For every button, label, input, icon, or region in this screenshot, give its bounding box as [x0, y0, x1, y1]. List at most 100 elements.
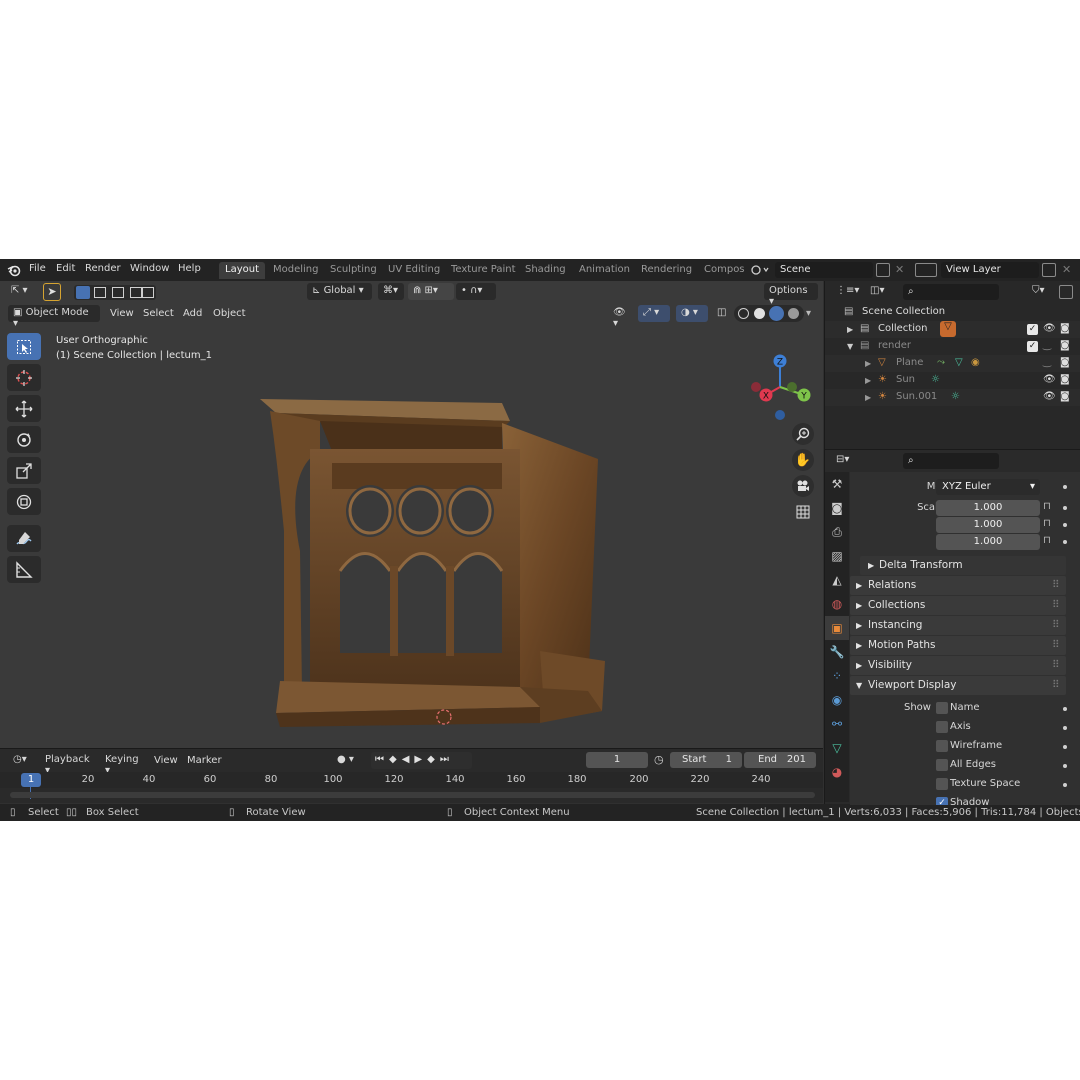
outliner-row-plane[interactable]: ▶ ▽ Plane ⤳ ▽ ◉ ‿ ◙ — [825, 355, 1080, 372]
tab-shading[interactable]: Shading — [519, 262, 572, 279]
select-mode-invert-icon[interactable] — [130, 287, 142, 298]
hidden-eye-icon[interactable]: ‿ — [1043, 340, 1051, 351]
shading-mode-group[interactable] — [734, 305, 804, 322]
tab-object[interactable]: ▣ — [825, 616, 849, 640]
drag-handle-icon[interactable]: ⠿ — [1052, 639, 1060, 651]
outliner-editor-type-icon[interactable]: ⋮≡▾ — [831, 283, 859, 300]
timeline-menu-keying[interactable]: Keying ▾ — [100, 752, 148, 776]
viewport-menu-object[interactable]: Object — [213, 308, 246, 319]
render-camera-icon[interactable]: ◙ — [1060, 374, 1070, 385]
play-reverse-icon[interactable]: ◀ — [402, 754, 415, 765]
delta-transform-panel[interactable]: ▶ Delta Transform — [860, 556, 1066, 575]
show-all-edges-checkbox[interactable] — [936, 759, 948, 771]
expand-arrow-icon[interactable]: ▶ — [865, 393, 871, 402]
drag-handle-icon[interactable]: ⠿ — [1052, 599, 1060, 611]
tab-material[interactable]: ◕ — [825, 760, 849, 784]
visibility-eye-icon[interactable]: 👁 — [1043, 374, 1056, 385]
scale-y-field[interactable]: 1.000 — [936, 517, 1040, 533]
gizmo-toggle-icon[interactable]: ⤢ ▾ — [638, 305, 670, 322]
keyframe-dot-icon[interactable] — [1063, 485, 1067, 489]
jump-start-icon[interactable]: ⏮ — [375, 754, 389, 765]
tab-uv-editing[interactable]: UV Editing — [382, 262, 446, 279]
relations-panel[interactable]: ▶ Relations ⠿ — [850, 576, 1066, 595]
filter-icon[interactable]: ⛉▾ — [1027, 283, 1053, 300]
tab-sculpting[interactable]: Sculpting — [324, 262, 383, 279]
expand-arrow-icon[interactable]: ▶ — [865, 376, 871, 385]
visibility-eye-icon[interactable]: 👁 — [1043, 391, 1056, 402]
keyframe-dot-icon[interactable] — [1063, 726, 1067, 730]
outliner-row-sun-001[interactable]: ▶ ☀ Sun.001 ☼ 👁 ◙ — [825, 389, 1080, 406]
options-dropdown[interactable]: Options ▾ — [764, 283, 818, 307]
show-texture-space-checkbox[interactable] — [936, 778, 948, 790]
show-wireframe-checkbox[interactable] — [936, 740, 948, 752]
select-mode-extend-icon[interactable] — [94, 287, 106, 298]
render-camera-icon[interactable]: ◙ — [1060, 391, 1070, 402]
timeline-scrollbar[interactable] — [10, 792, 815, 798]
viewport-menu-select[interactable]: Select — [143, 308, 174, 319]
wireframe-shading-icon[interactable] — [738, 308, 749, 319]
visibility-eye-icon[interactable]: 👁▾ — [608, 305, 634, 329]
snap-icon[interactable]: ⋒ ⊞▾ — [408, 283, 454, 300]
keyframe-dot-icon[interactable] — [1063, 506, 1067, 510]
keyframe-dot-icon[interactable] — [1063, 764, 1067, 768]
measure-tool[interactable] — [7, 556, 41, 583]
tab-output[interactable]: ⎙ — [825, 520, 849, 544]
timeline-editor-type-icon[interactable]: ◷▾ — [8, 752, 34, 769]
transform-tool[interactable] — [7, 488, 41, 515]
delete-view-layer-icon[interactable]: ✕ — [1062, 263, 1071, 276]
ortho-toggle-button[interactable] — [792, 501, 814, 523]
select-mode-subtract-icon[interactable] — [112, 287, 124, 298]
keyframe-dot-icon[interactable] — [1063, 745, 1067, 749]
tab-texture-paint[interactable]: Texture Paint — [445, 262, 522, 279]
keyframe-dot-icon[interactable] — [1063, 523, 1067, 527]
material-shading-icon[interactable] — [769, 306, 784, 321]
tab-tool[interactable]: ⚒ — [825, 472, 849, 496]
keyframe-dot-icon[interactable] — [1063, 707, 1067, 711]
mode-dropdown[interactable]: ▣ Object Mode ▾ — [8, 305, 100, 329]
blender-logo-icon[interactable] — [7, 263, 21, 277]
current-frame-marker[interactable]: 1 — [21, 773, 41, 787]
menu-window[interactable]: Window — [130, 263, 169, 274]
display-mode-icon[interactable]: ◫▾ — [865, 283, 891, 300]
motion-paths-panel[interactable]: ▶ Motion Paths ⠿ — [850, 636, 1066, 655]
tab-particles[interactable]: ⁘ — [825, 664, 849, 688]
lectern-model[interactable] — [240, 391, 620, 731]
end-frame-field[interactable]: End 201 — [744, 752, 816, 768]
scene-name-field[interactable]: Scene — [775, 262, 873, 278]
zoom-view-button[interactable] — [792, 423, 814, 445]
expand-arrow-icon[interactable]: ▶ — [847, 325, 853, 334]
properties-editor[interactable]: ⊟▾ ⌕ ⚒ ◙ ⎙ ▨ ◭ ◍ ▣ 🔧 ⁘ ◉ ⚯ ▽ ◕ Mode XYZ … — [824, 449, 1080, 805]
tab-render[interactable]: ◙ — [825, 496, 849, 520]
rotate-tool[interactable] — [7, 426, 41, 453]
exclude-checkbox[interactable]: ✓ — [1027, 341, 1038, 352]
visibility-panel[interactable]: ▶ Visibility ⠿ — [850, 656, 1066, 675]
selection-mode-group[interactable] — [74, 285, 156, 300]
tab-view-layer[interactable]: ▨ — [825, 544, 849, 568]
drag-handle-icon[interactable]: ⠿ — [1052, 659, 1060, 671]
new-scene-icon[interactable] — [876, 263, 890, 277]
menu-render[interactable]: Render — [85, 263, 121, 274]
tab-world[interactable]: ◍ — [825, 592, 849, 616]
current-frame-field[interactable]: 1 — [586, 752, 648, 768]
move-tool[interactable] — [7, 395, 41, 422]
tab-compositing[interactable]: Compos — [698, 262, 751, 279]
select-cursor-icon[interactable]: ➤ — [43, 283, 61, 301]
new-collection-icon[interactable] — [1059, 285, 1073, 299]
camera-view-button[interactable] — [792, 475, 814, 497]
cursor-tool[interactable] — [7, 364, 41, 391]
hidden-eye-icon[interactable]: ‿ — [1043, 357, 1051, 368]
timeline-menu-marker[interactable]: Marker — [187, 755, 222, 766]
pivot-point-icon[interactable]: ⌘▾ — [378, 283, 404, 300]
tab-scene[interactable]: ◭ — [825, 568, 849, 592]
proportional-editing-icon[interactable]: • ∩▾ — [456, 283, 496, 300]
view-layer-field[interactable]: View Layer — [941, 262, 1039, 278]
keyframe-dot-icon[interactable] — [1063, 783, 1067, 787]
timeline-editor[interactable]: ◷▾ Playback ▾ Keying ▾ View Marker ● ▾ ⏮… — [0, 748, 823, 803]
timeline-menu-playback[interactable]: Playback ▾ — [40, 752, 96, 776]
select-mode-intersect-icon[interactable] — [142, 287, 154, 298]
visibility-eye-icon[interactable]: 👁 — [1043, 323, 1056, 334]
collections-panel[interactable]: ▶ Collections ⠿ — [850, 596, 1066, 615]
lock-icon[interactable]: ⊓ — [1043, 535, 1051, 546]
expand-arrow-icon[interactable]: ▶ — [865, 359, 871, 368]
outliner-row-collection[interactable]: ▶ ▤ Collection ▽ ✓ 👁 ◙ — [825, 321, 1080, 338]
